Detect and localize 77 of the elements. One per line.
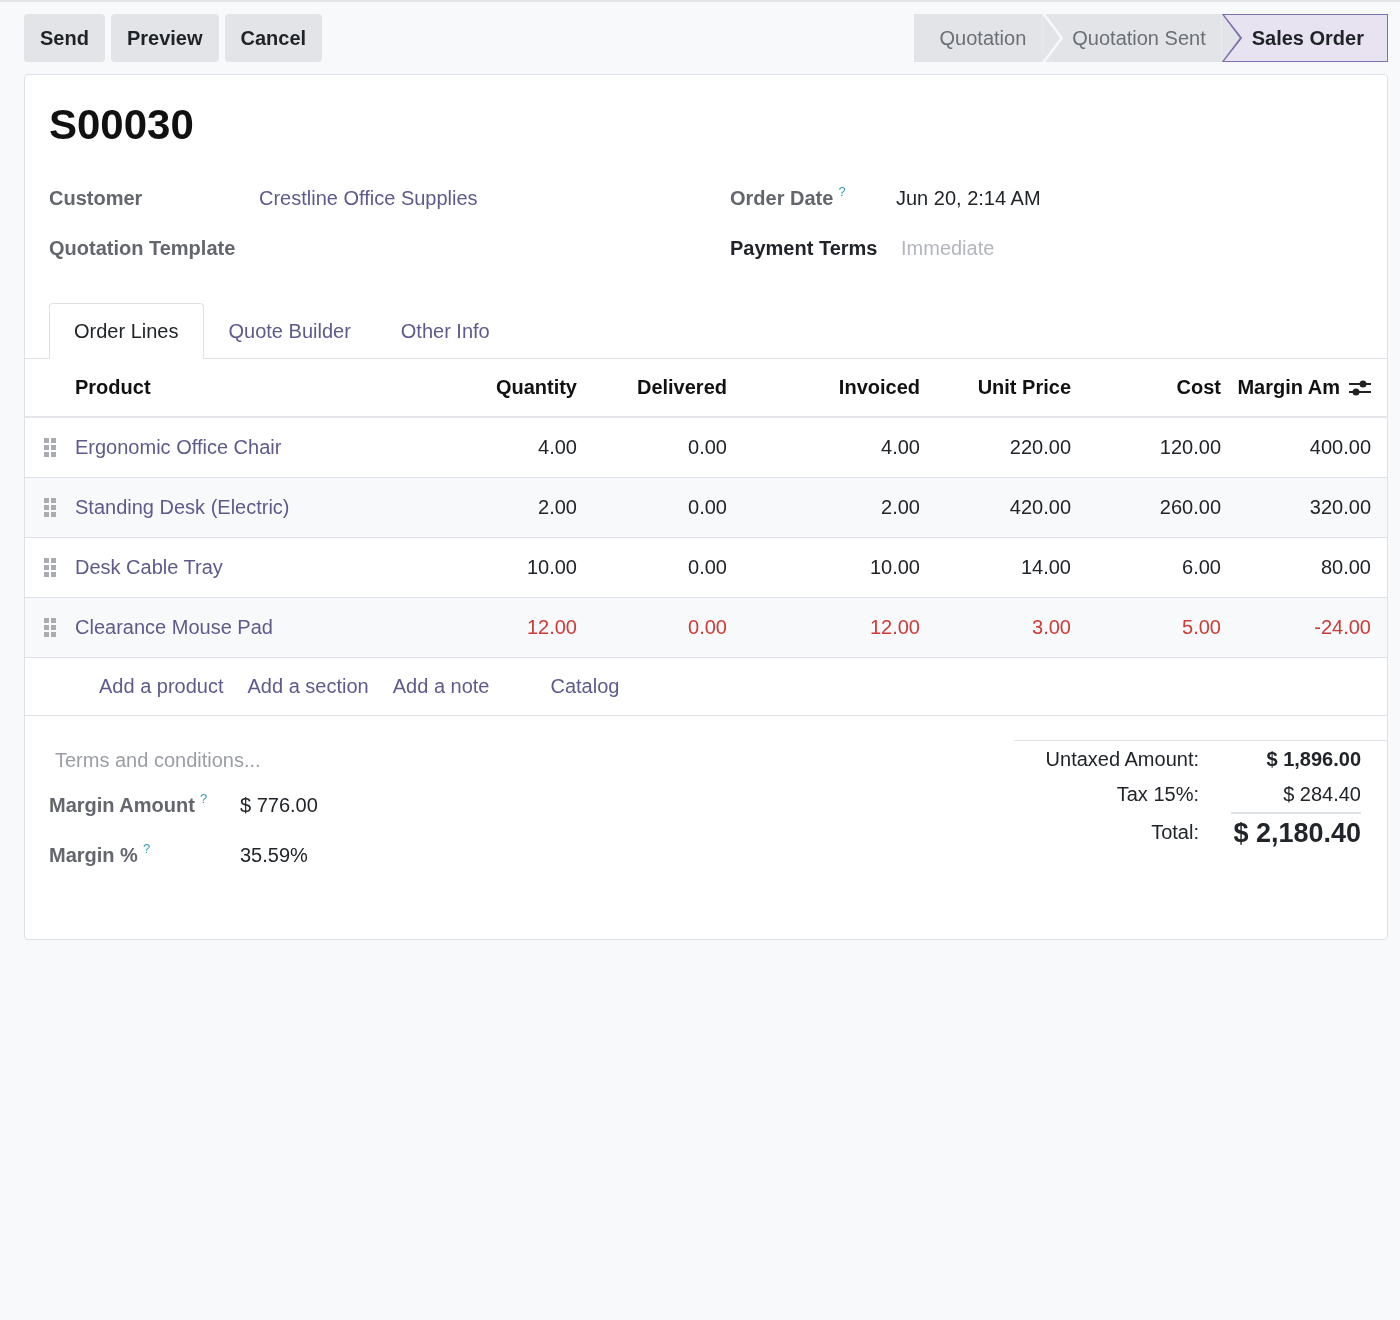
table-cell: 10.00 [869, 556, 920, 579]
product-link[interactable]: Standing Desk (Electric) [75, 496, 290, 519]
column-header[interactable]: Delivered [636, 376, 727, 399]
table-cell: 5.00 [1182, 616, 1221, 639]
total-value: $ 1,896.00 [1266, 748, 1361, 771]
table-cell: 0.00 [688, 556, 727, 579]
status-step[interactable]: Sales Order [1221, 14, 1388, 62]
table-cell: 420.00 [1009, 496, 1071, 519]
payment-terms-field[interactable]: Immediate [896, 232, 1156, 264]
table-cell: 14.00 [1020, 556, 1071, 579]
product-link[interactable]: Desk Cable Tray [75, 556, 223, 579]
column-header[interactable]: Product [75, 376, 151, 399]
action-button[interactable]: Send [24, 14, 105, 62]
table-cell: 80.00 [1320, 556, 1371, 579]
table-cell: 400.00 [1309, 436, 1371, 459]
table-cell: 4.00 [881, 436, 920, 459]
total-value: $ 284.40 [1283, 783, 1361, 806]
field-value: 35.59% [240, 843, 308, 867]
status-step[interactable]: Quotation Sent [1042, 14, 1222, 62]
product-link[interactable]: Clearance Mouse Pad [75, 616, 273, 639]
table-cell: 0.00 [688, 436, 727, 459]
total-label: Tax 15%: [1116, 783, 1199, 806]
field-label: Margin % [49, 843, 138, 867]
table-cell: 0.00 [688, 616, 727, 639]
field-label: Payment Terms [730, 236, 878, 260]
tab[interactable]: Other Info [375, 303, 515, 359]
action-button[interactable]: Cancel [224, 14, 323, 62]
product-link[interactable]: Ergonomic Office Chair [75, 436, 282, 459]
action-button[interactable]: Preview [110, 14, 219, 62]
terms-field[interactable]: Terms and conditions... [49, 740, 669, 780]
table-cell: 120.00 [1159, 436, 1221, 459]
column-header[interactable]: Margin Am [1237, 376, 1340, 399]
add-line-link[interactable]: Add a product [99, 675, 224, 698]
status-step[interactable]: Quotation [913, 14, 1043, 62]
total-label: Untaxed Amount: [1045, 747, 1199, 771]
table-cell: 6.00 [1182, 556, 1221, 579]
column-header[interactable]: Cost [1176, 376, 1221, 399]
field-label: Order Date [730, 186, 834, 210]
table-cell: 2.00 [881, 496, 920, 519]
table-cell: 220.00 [1009, 436, 1071, 459]
total-label: Total: [1151, 820, 1199, 844]
tab[interactable]: Quote Builder [203, 303, 376, 359]
table-cell: 10.00 [526, 556, 577, 579]
field-label: Customer [49, 186, 143, 210]
table-cell: 0.00 [688, 496, 727, 519]
table-cell: 3.00 [1032, 616, 1071, 639]
drag-handle-icon[interactable] [44, 438, 56, 457]
help-tooltip-mark[interactable]: ? [142, 840, 151, 856]
help-tooltip-mark[interactable]: ? [199, 790, 208, 806]
catalog-button[interactable]: Catalog [550, 675, 620, 698]
column-header[interactable]: Unit Price [977, 376, 1071, 399]
tab[interactable]: Order Lines [49, 303, 204, 359]
field-label: Quotation Template [49, 236, 236, 260]
table-row[interactable]: Standing Desk (Electric) 2.00 0.00 2.00 420.00 260.00 320.00 [25, 478, 1387, 538]
table-cell: 260.00 [1159, 496, 1221, 519]
table-row[interactable]: Clearance Mouse Pad 12.00 0.00 12.00 3.00 5.00 -24.00 [25, 598, 1387, 658]
column-header[interactable]: Quantity [495, 376, 577, 399]
table-cell: 2.00 [538, 496, 577, 519]
add-line-link[interactable]: Add a note [392, 675, 490, 698]
total-value: $ 2,180.40 [1233, 817, 1361, 849]
drag-handle-icon[interactable] [44, 558, 56, 577]
table-cell: 12.00 [526, 616, 577, 639]
drag-handle-icon[interactable] [44, 618, 56, 637]
add-line-link[interactable]: Add a section [247, 675, 369, 698]
table-cell: 12.00 [869, 616, 920, 639]
table-cell: -24.00 [1314, 616, 1371, 639]
help-tooltip-mark[interactable]: ? [838, 183, 846, 199]
field-label: Margin Amount [49, 793, 195, 817]
sliders-icon[interactable] [1349, 378, 1371, 397]
table-cell: 4.00 [538, 436, 577, 459]
table-cell: 320.00 [1309, 496, 1371, 519]
field-value: Jun 20, 2:14 AM [896, 186, 1041, 210]
field-value: $ 776.00 [240, 793, 318, 817]
drag-handle-icon[interactable] [44, 498, 56, 517]
record-title: S00030 [49, 101, 194, 149]
customer-link[interactable]: Crestline Office Supplies [259, 186, 478, 210]
column-header[interactable]: Invoiced [838, 376, 920, 399]
